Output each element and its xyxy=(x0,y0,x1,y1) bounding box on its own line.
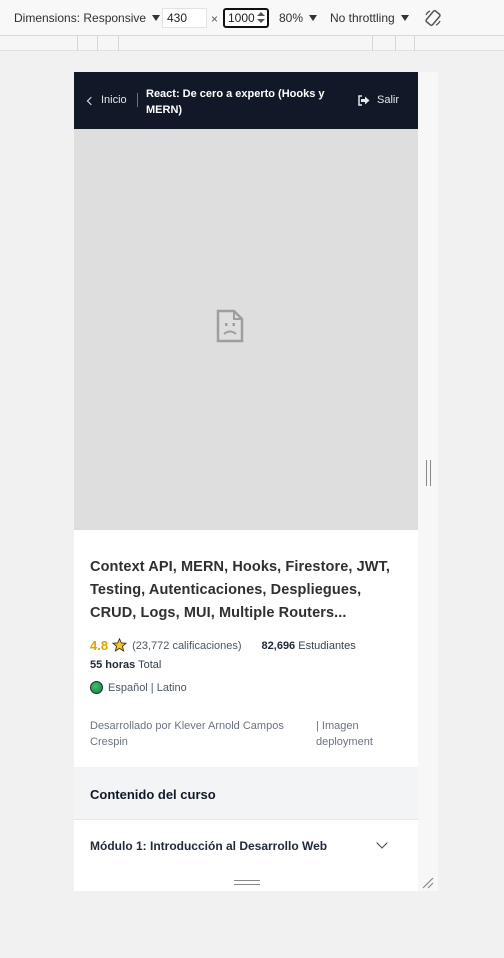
media-query-ruler xyxy=(0,36,504,51)
tech-note: | Imagen deployment xyxy=(316,720,373,748)
dimension-separator: × xyxy=(211,12,219,26)
language-label: Español | Latino xyxy=(108,681,187,694)
course-content-title: Contenido del curso xyxy=(90,787,216,802)
hours-value: 55 horas xyxy=(90,659,136,671)
students-label: Estudiantes xyxy=(298,639,356,652)
exit-label: Salir xyxy=(377,94,400,106)
resize-grip-icon[interactable] xyxy=(426,460,431,486)
chevron-left-icon xyxy=(86,96,96,105)
course-stats: 4.8 (23,772 calificaciones) 82,696 Estud… xyxy=(90,638,356,653)
globe-icon xyxy=(90,681,103,694)
course-language: Español | Latino xyxy=(90,681,187,694)
dimensions-dropdown[interactable]: Dimensions: Responsive xyxy=(14,11,161,25)
rotate-icon[interactable] xyxy=(424,9,442,27)
resize-corner-icon[interactable] xyxy=(420,875,434,889)
back-button[interactable]: Inicio xyxy=(86,94,127,106)
zoom-label: 80% xyxy=(279,11,304,25)
zoom-dropdown[interactable]: 80% xyxy=(279,11,318,25)
header-divider xyxy=(137,93,138,107)
exit-button[interactable]: Salir xyxy=(357,94,399,106)
emulated-viewport: Inicio React: De cero a experto (Hooks y… xyxy=(74,72,418,891)
ratings-count: (23,772 calificaciones) xyxy=(132,639,242,652)
hours-label: Total xyxy=(138,659,162,671)
height-spinner-icon[interactable] xyxy=(257,12,265,25)
throttling-dropdown[interactable]: No throttling xyxy=(330,11,409,25)
module-item[interactable]: Módulo 1: Introducción al Desarrollo Web xyxy=(74,821,418,871)
students-info: 82,696 Estudiantes xyxy=(262,640,356,652)
throttling-label: No throttling xyxy=(330,11,395,25)
dimensions-caret-icon xyxy=(152,15,161,21)
height-value: 1000 xyxy=(228,11,255,25)
chevron-down-icon xyxy=(376,837,388,849)
course-content-header: Contenido del curso xyxy=(74,767,418,820)
back-label: Inicio xyxy=(101,94,127,106)
course-title: React: De cero a experto (Hooks y MERN) xyxy=(146,88,325,116)
video-player[interactable] xyxy=(74,129,418,530)
course-duration: 55 horas Total xyxy=(90,659,161,671)
rating-value: 4.8 xyxy=(90,638,109,653)
module-label: Módulo 1: Introducción al Desarrollo Web xyxy=(90,839,328,853)
zoom-caret-icon xyxy=(309,15,318,21)
resize-grip-bottom-icon[interactable] xyxy=(234,880,260,885)
width-input[interactable]: 430 xyxy=(162,8,207,28)
course-author: Desarrollado por Klever Arnold Campos Cr… xyxy=(90,720,284,748)
dimensions-label: Dimensions: Responsive xyxy=(14,11,147,25)
throttling-caret-icon xyxy=(400,15,409,21)
star-icon xyxy=(112,638,128,652)
students-count: 82,696 xyxy=(261,639,296,652)
course-header: Inicio React: De cero a experto (Hooks y… xyxy=(74,72,418,129)
course-headline: Context API, MERN, Hooks, Firestore, JWT… xyxy=(90,559,391,621)
broken-image-icon xyxy=(216,309,244,343)
logout-icon xyxy=(358,94,370,106)
height-input[interactable]: 1000 xyxy=(223,8,269,28)
devtools-toolbar: Dimensions: Responsive 430 × 1000 80% No… xyxy=(0,0,504,36)
